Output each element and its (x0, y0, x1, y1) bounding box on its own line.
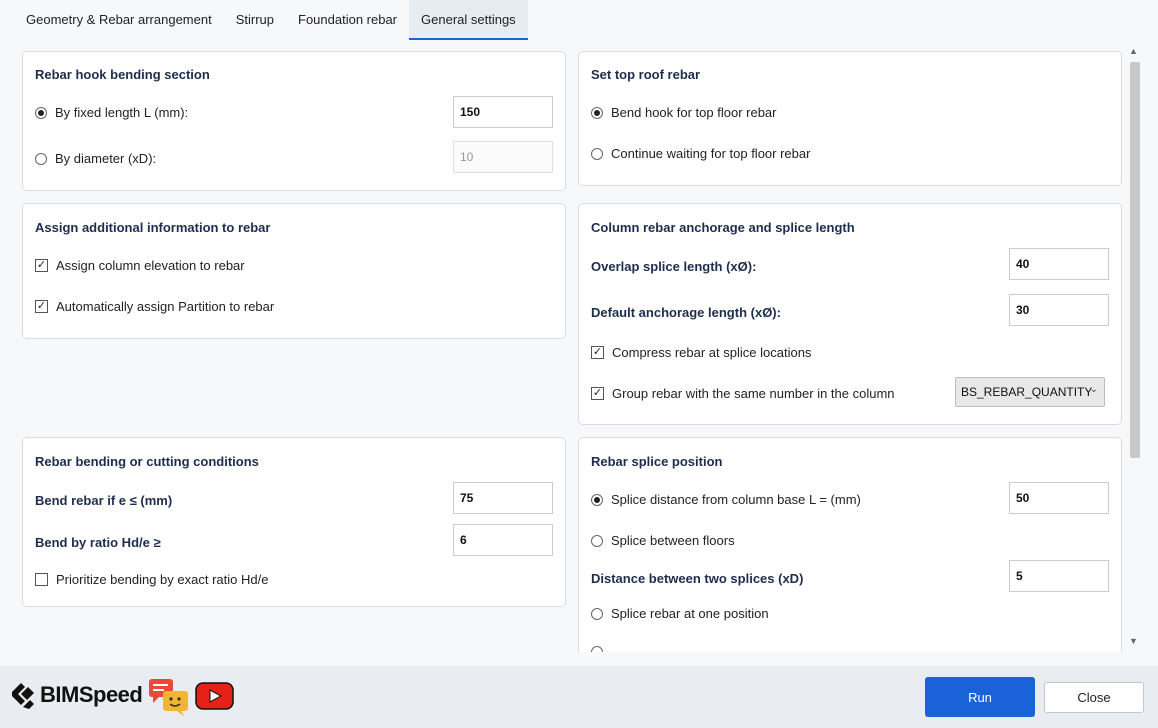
assign-panel: Assign additional information to rebar ✓… (22, 203, 566, 339)
overlap-label: Overlap splice length (xØ): (591, 259, 757, 274)
group-checkbox[interactable]: ✓ (591, 387, 604, 400)
default-anchorage-input[interactable] (1009, 294, 1109, 326)
footer: BIMSpeed Run Close (0, 666, 1158, 728)
roof-title: Set top roof rebar (591, 67, 701, 82)
roof-panel: Set top roof rebar Bend hook for top flo… (578, 51, 1122, 186)
compress-option[interactable]: ✓ Compress rebar at splice locations (591, 345, 811, 360)
diameter-option[interactable]: By diameter (xD): (35, 151, 156, 166)
scroll-up-icon[interactable]: ▲ (1129, 46, 1138, 56)
tab-general-settings[interactable]: General settings (409, 0, 528, 40)
anchorage-panel: Column rebar anchorage and splice length… (578, 203, 1122, 425)
prioritize-checkbox[interactable] (35, 573, 48, 586)
scroll-thumb[interactable] (1130, 62, 1140, 458)
tab-stirrup[interactable]: Stirrup (224, 0, 286, 40)
overlap-input[interactable] (1009, 248, 1109, 280)
scroll-down-icon[interactable]: ▼ (1129, 636, 1138, 646)
brand-name: BIMSpeed (40, 682, 143, 707)
hook-title: Rebar hook bending section (35, 67, 210, 82)
chat-icon[interactable] (148, 678, 190, 718)
prioritize-option[interactable]: Prioritize bending by exact ratio Hd/e (35, 572, 268, 587)
ratio-label: Bend by ratio Hd/e ≥ (35, 535, 161, 550)
close-button[interactable]: Close (1044, 682, 1144, 713)
two-splices-label: Distance between two splices (xD) (591, 571, 804, 586)
default-anchorage-label: Default anchorage length (xØ): (591, 305, 781, 320)
continue-waiting-radio[interactable] (591, 147, 603, 160)
prioritize-label: Prioritize bending by exact ratio Hd/e (56, 572, 269, 587)
splice-title: Rebar splice position (591, 454, 723, 469)
compress-checkbox[interactable]: ✓ (591, 346, 604, 359)
partial-radio[interactable] (591, 646, 603, 652)
assign-title: Assign additional information to rebar (35, 220, 271, 235)
diameter-input[interactable] (453, 141, 553, 173)
one-position-label: Splice rebar at one position (611, 606, 769, 621)
youtube-icon[interactable] (195, 682, 234, 710)
splice-distance-option[interactable]: Splice distance from column base L = (mm… (591, 492, 861, 507)
bimspeed-logo-icon (12, 683, 34, 709)
partition-checkbox[interactable]: ✓ (35, 300, 48, 313)
group-label: Group rebar with the same number in the … (612, 386, 895, 401)
tab-bar: Geometry & Rebar arrangement Stirrup Fou… (0, 0, 1158, 40)
elevation-label: Assign column elevation to rebar (56, 258, 245, 273)
ratio-input[interactable] (453, 524, 553, 556)
two-splices-input[interactable] (1009, 560, 1109, 592)
continue-waiting-option[interactable]: Continue waiting for top floor rebar (591, 146, 810, 161)
partial-option[interactable] (591, 646, 611, 652)
diameter-radio[interactable] (35, 152, 47, 165)
between-floors-radio[interactable] (591, 534, 603, 547)
scrollbar[interactable]: ▲ ▼ (1128, 46, 1142, 652)
bend-hook-label: Bend hook for top floor rebar (611, 105, 777, 120)
anchorage-title: Column rebar anchorage and splice length (591, 220, 855, 235)
partition-label: Automatically assign Partition to rebar (56, 299, 275, 314)
group-parameter-select[interactable]: BS_REBAR_QUANTITY ⌄ (955, 377, 1105, 407)
bending-panel: Rebar bending or cutting conditions Bend… (22, 437, 566, 607)
bend-hook-option[interactable]: Bend hook for top floor rebar (591, 105, 777, 120)
continue-waiting-label: Continue waiting for top floor rebar (611, 146, 811, 161)
tab-geometry-rebar[interactable]: Geometry & Rebar arrangement (14, 0, 224, 40)
group-parameter-value: BS_REBAR_QUANTITY (961, 385, 1093, 399)
splice-distance-radio[interactable] (591, 493, 603, 506)
fixed-length-input[interactable] (453, 96, 553, 128)
splice-panel: Rebar splice position Splice distance fr… (578, 437, 1122, 652)
tab-foundation-rebar[interactable]: Foundation rebar (286, 0, 409, 40)
bending-title: Rebar bending or cutting conditions (35, 454, 259, 469)
one-position-option[interactable]: Splice rebar at one position (591, 606, 769, 621)
splice-distance-label: Splice distance from column base L = (mm… (611, 492, 861, 507)
diameter-label: By diameter (xD): (55, 151, 157, 166)
bend-e-label: Bend rebar if e ≤ (mm) (35, 493, 173, 508)
group-option[interactable]: ✓ Group rebar with the same number in th… (591, 386, 895, 401)
partition-option[interactable]: ✓ Automatically assign Partition to reba… (35, 299, 274, 314)
hook-panel: Rebar hook bending section By fixed leng… (22, 51, 566, 191)
between-floors-option[interactable]: Splice between floors (591, 533, 735, 548)
splice-distance-input[interactable] (1009, 482, 1109, 514)
between-floors-label: Splice between floors (611, 533, 735, 548)
bend-e-input[interactable] (453, 482, 553, 514)
elevation-checkbox[interactable]: ✓ (35, 259, 48, 272)
elevation-option[interactable]: ✓ Assign column elevation to rebar (35, 258, 245, 273)
chevron-down-icon: ⌄ (1089, 384, 1098, 395)
fixed-length-option[interactable]: By fixed length L (mm): (35, 105, 188, 120)
bimspeed-logo: BIMSpeed (10, 680, 143, 710)
one-position-radio[interactable] (591, 607, 603, 620)
compress-label: Compress rebar at splice locations (612, 345, 812, 360)
fixed-length-label: By fixed length L (mm): (55, 105, 189, 120)
run-button[interactable]: Run (925, 677, 1035, 717)
fixed-length-radio[interactable] (35, 106, 47, 119)
settings-content: Rebar hook bending section By fixed leng… (0, 40, 1130, 652)
bend-hook-radio[interactable] (591, 106, 603, 119)
